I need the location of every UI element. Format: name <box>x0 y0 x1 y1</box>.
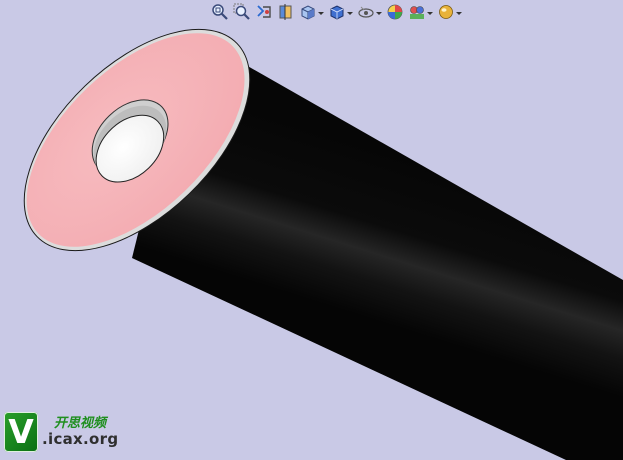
zoom-to-fit-icon <box>212 4 228 20</box>
previous-view-icon <box>257 5 271 18</box>
edit-appearance-button[interactable] <box>385 2 405 22</box>
display-style-dropdown-arrow[interactable] <box>347 12 353 15</box>
section-view-button[interactable] <box>276 2 296 22</box>
apply-scene-dropdown-arrow[interactable] <box>427 12 433 15</box>
zoom-to-fit-button[interactable] <box>210 2 230 22</box>
heads-up-view-toolbar <box>208 1 465 23</box>
edit-appearance-icon <box>387 4 403 20</box>
apply-scene-icon <box>410 6 424 19</box>
view-orientation-button[interactable] <box>298 2 325 22</box>
hide-show-items-button[interactable] <box>356 2 383 22</box>
watermark-chinese-text: 开思视频 <box>54 415 107 431</box>
view-orientation-icon <box>301 5 315 20</box>
watermark: V 开思视频 .icax.org <box>4 412 118 452</box>
view-settings-button[interactable] <box>436 2 463 22</box>
watermark-logo: V <box>4 412 38 452</box>
apply-scene-button[interactable] <box>407 2 434 22</box>
section-view-icon <box>279 4 292 20</box>
display-style-icon <box>330 5 344 20</box>
view-settings-icon <box>439 5 453 19</box>
view-orientation-dropdown-arrow[interactable] <box>318 12 324 15</box>
cable-model[interactable] <box>0 0 623 460</box>
hide-show-items-dropdown-arrow[interactable] <box>376 12 382 15</box>
zoom-to-area-button[interactable] <box>232 2 252 22</box>
previous-view-button[interactable] <box>254 2 274 22</box>
view-settings-dropdown-arrow[interactable] <box>456 12 462 15</box>
display-style-button[interactable] <box>327 2 354 22</box>
watermark-text: 开思视频 .icax.org <box>42 415 119 448</box>
graphics-area[interactable]: V 开思视频 .icax.org <box>0 0 623 460</box>
zoom-to-area-icon <box>233 3 250 20</box>
hide-show-items-icon <box>358 6 374 18</box>
watermark-url: .icax.org <box>42 429 119 448</box>
